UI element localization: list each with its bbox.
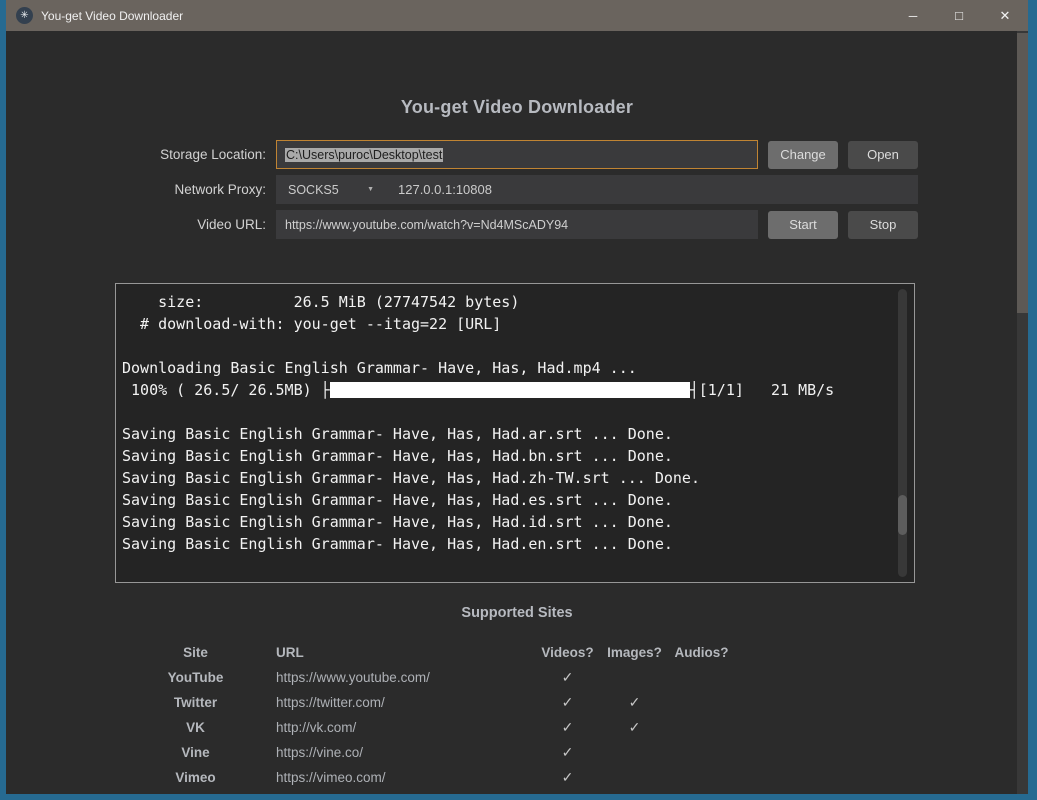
- table-row: YouTube https://www.youtube.com/ ✓: [115, 665, 740, 690]
- site-url: http://vk.com/: [276, 720, 357, 735]
- console-scrollbar[interactable]: [898, 289, 907, 577]
- images-check-icon: ✓: [628, 719, 641, 735]
- console-line: Saving Basic English Grammar- Have, Has,…: [122, 491, 673, 509]
- window-scrollbar[interactable]: [1017, 31, 1028, 794]
- console-panel: size: 26.5 MiB (27747542 bytes) # downlo…: [115, 283, 915, 583]
- start-button[interactable]: Start: [768, 210, 838, 239]
- proxy-bar: SOCKS5 ▼ 127.0.0.1:10808: [276, 175, 918, 204]
- table-row: VK http://vk.com/ ✓ ✓: [115, 715, 740, 740]
- videos-check-icon: ✓: [561, 769, 574, 785]
- proxy-type-select[interactable]: SOCKS5 ▼: [276, 175, 386, 204]
- proxy-row: Network Proxy: SOCKS5 ▼ 127.0.0.1:10808: [6, 175, 1028, 204]
- site-url: https://twitter.com/: [276, 695, 385, 710]
- storage-row: Storage Location: C:\Users\puroc\Desktop…: [6, 140, 1028, 169]
- change-button[interactable]: Change: [768, 140, 838, 169]
- site-name: Vine: [181, 745, 210, 760]
- site-url: https://www.youtube.com/: [276, 670, 430, 685]
- site-name: Vimeo: [175, 770, 216, 785]
- console-line: Saving Basic English Grammar- Have, Has,…: [122, 535, 673, 553]
- videos-check-icon: ✓: [561, 694, 574, 710]
- console-line: 100% ( 26.5/ 26.5MB) ├ ┤[1/1] 21 MB/s: [122, 381, 835, 399]
- console-line: Saving Basic English Grammar- Have, Has,…: [122, 447, 673, 465]
- header-audios: Audios?: [674, 645, 729, 660]
- video-url-label: Video URL:: [197, 217, 266, 232]
- site-name: VK: [186, 720, 205, 735]
- form: Storage Location: C:\Users\puroc\Desktop…: [6, 140, 1028, 239]
- storage-input-selected-text: C:\Users\puroc\Desktop\test: [285, 147, 444, 162]
- site-name: Twitter: [173, 695, 218, 710]
- video-url-input[interactable]: https://www.youtube.com/watch?v=Nd4MScAD…: [276, 210, 758, 239]
- console-line: size: 26.5 MiB (27747542 bytes): [122, 293, 520, 311]
- window-title: You-get Video Downloader: [41, 8, 184, 23]
- app-icon: ✳: [16, 7, 33, 24]
- site-name: YouTube: [167, 670, 224, 685]
- proxy-label: Network Proxy:: [174, 182, 266, 197]
- table-row: Vine https://vine.co/ ✓: [115, 740, 740, 765]
- header-site: Site: [183, 645, 208, 660]
- page-title: You-get Video Downloader: [400, 97, 634, 117]
- titlebar: ✳ You-get Video Downloader ─ □ ✕: [6, 0, 1028, 31]
- sites-table-body: YouTube https://www.youtube.com/ ✓ Twitter h…: [115, 665, 740, 790]
- console-line: Saving Basic English Grammar- Have, Has,…: [122, 469, 700, 487]
- window-controls: ─ □ ✕: [890, 0, 1028, 31]
- console-line: Saving Basic English Grammar- Have, Has,…: [122, 513, 673, 531]
- sites-table-header: Site URL Videos? Images? Audios?: [115, 640, 740, 665]
- url-row: Video URL: https://www.youtube.com/watch…: [6, 210, 1028, 239]
- open-button[interactable]: Open: [848, 140, 918, 169]
- stop-button[interactable]: Stop: [848, 210, 918, 239]
- app-window: ✳ You-get Video Downloader ─ □ ✕ You-get…: [0, 0, 1037, 800]
- videos-check-icon: ✓: [561, 744, 574, 760]
- site-url: https://vimeo.com/: [276, 770, 386, 785]
- storage-input[interactable]: C:\Users\puroc\Desktop\test: [276, 140, 758, 169]
- console-scrollbar-thumb[interactable]: [898, 495, 907, 535]
- sites-table: Site URL Videos? Images? Audios? YouTube…: [115, 640, 740, 790]
- storage-label: Storage Location:: [160, 147, 266, 162]
- chevron-down-icon: ▼: [367, 186, 374, 193]
- console-output: size: 26.5 MiB (27747542 bytes) # downlo…: [122, 291, 914, 555]
- proxy-type-value: SOCKS5: [288, 182, 339, 197]
- close-icon[interactable]: ✕: [982, 0, 1028, 31]
- minimize-icon[interactable]: ─: [890, 0, 936, 31]
- console-line: Saving Basic English Grammar- Have, Has,…: [122, 425, 673, 443]
- videos-check-icon: ✓: [561, 719, 574, 735]
- videos-check-icon: ✓: [561, 669, 574, 685]
- console-line: # download-with: you-get --itag=22 [URL]: [122, 315, 502, 333]
- header-images: Images?: [607, 645, 662, 660]
- supported-sites-title: Supported Sites: [461, 605, 573, 621]
- maximize-icon[interactable]: □: [936, 0, 982, 31]
- download-progress-bar: [329, 382, 690, 398]
- window-scrollbar-thumb[interactable]: [1017, 33, 1028, 313]
- images-check-icon: ✓: [628, 694, 641, 710]
- console-line: Downloading Basic English Grammar- Have,…: [122, 359, 637, 377]
- table-row: Twitter https://twitter.com/ ✓ ✓: [115, 690, 740, 715]
- site-url: https://vine.co/: [276, 745, 364, 760]
- header-url: URL: [276, 645, 304, 660]
- table-row: Vimeo https://vimeo.com/ ✓: [115, 765, 740, 790]
- proxy-address-input[interactable]: 127.0.0.1:10808: [386, 182, 492, 197]
- header-videos: Videos?: [541, 645, 594, 660]
